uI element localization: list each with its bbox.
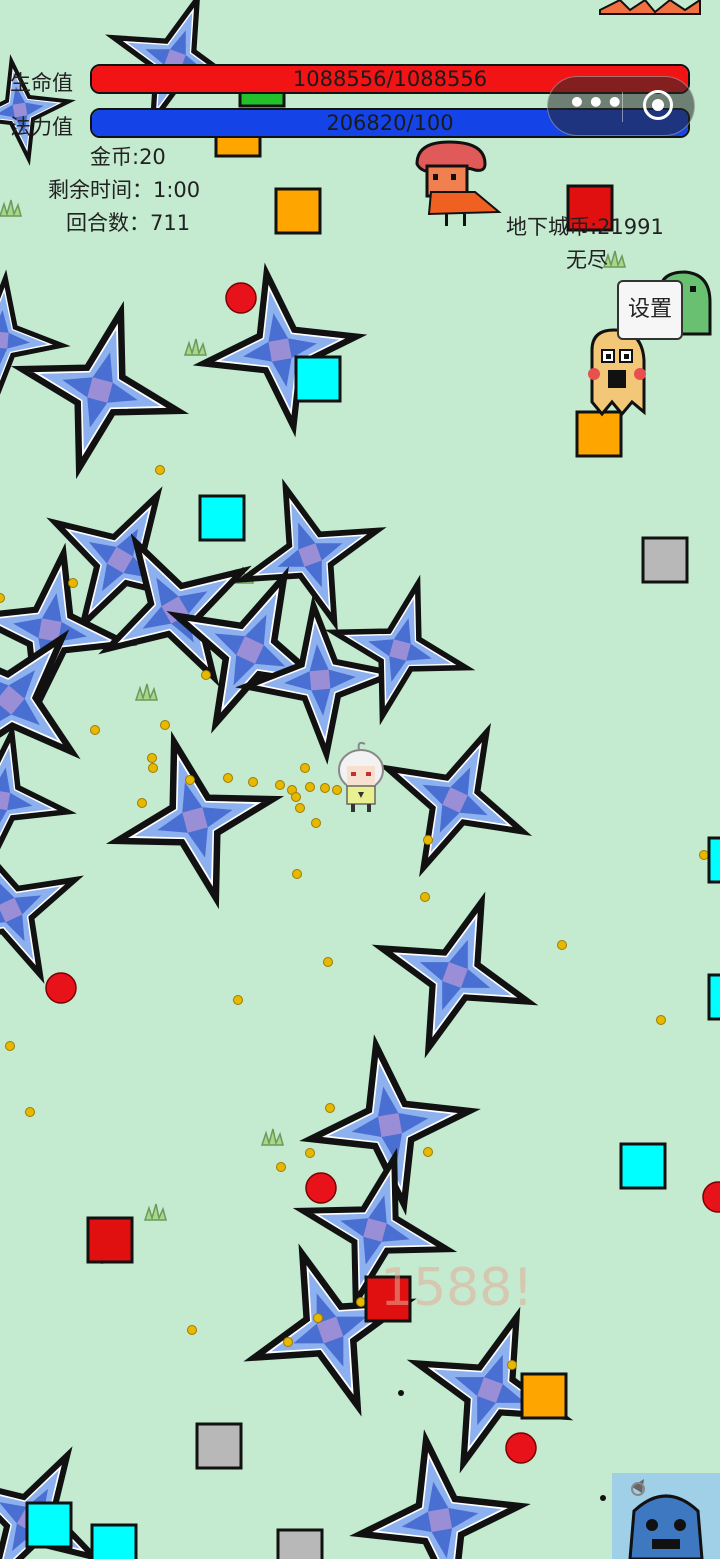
floating-damage-number: 1588! [380, 1258, 534, 1318]
miniprogram-capsule: ••• [547, 76, 695, 136]
round-counter: 回合数：711 [66, 211, 191, 235]
turtle-sprite-icon [612, 1473, 720, 1559]
mp-label: 法力值 [10, 115, 73, 139]
mushroom-enemy-icon [415, 140, 502, 226]
game-mode-label: 无尽 [566, 248, 608, 272]
more-dots-icon[interactable]: ••• [568, 85, 624, 125]
gold-counter: 金币:20 [90, 145, 166, 169]
target-circle-icon[interactable] [643, 90, 673, 120]
player-character-icon [338, 741, 384, 812]
settings-button[interactable]: 设置 [617, 280, 683, 340]
dungeon-coin-counter: 地下城币:21991 [506, 215, 664, 239]
ghost-enemy-icon [588, 328, 646, 417]
time-remaining: 剩余时间：1:00 [48, 178, 201, 202]
capsule-divider [622, 92, 623, 122]
crab-enemy-icon [599, 0, 701, 15]
hp-label: 生命值 [10, 71, 73, 95]
